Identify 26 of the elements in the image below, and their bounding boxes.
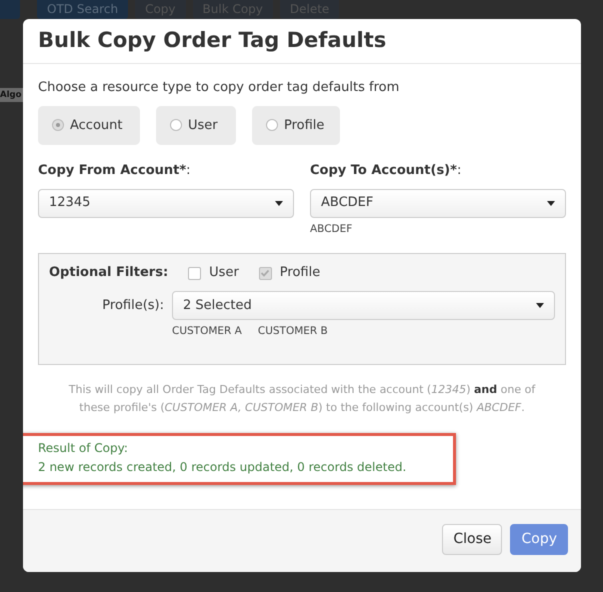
resource-type-option[interactable]: Profile [252, 106, 340, 146]
modal-title: Bulk Copy Order Tag Defaults [38, 28, 388, 54]
field-label: Copy From Account*: [38, 162, 192, 180]
filter-checkbox[interactable]: User [188, 263, 239, 283]
resource-type-option[interactable]: Account [38, 106, 140, 146]
filters-label: Optional Filters: [49, 264, 168, 282]
select-field[interactable]: 2 Selected [172, 290, 555, 320]
check-icon [260, 268, 270, 278]
field-label: Copy To Account(s)*: [310, 162, 462, 180]
profiles-label: Profile(s): [101, 296, 164, 315]
selected-profile: CUSTOMER A [172, 324, 242, 339]
caret-icon [275, 200, 283, 206]
caret-icon [547, 200, 555, 206]
close-button[interactable]: Close [442, 524, 502, 555]
filter-checkbox[interactable]: Profile [258, 263, 320, 283]
side-label: Algo [0, 88, 23, 102]
prompt-text: Choose a resource type to copy order tag defaults from [38, 79, 400, 98]
result-title: Result of Copy: [38, 440, 129, 457]
selected-account: ABCDEF [310, 222, 352, 237]
select-field[interactable]: 12345 [38, 188, 294, 218]
caret-icon [536, 302, 544, 308]
summary-text: This will copy all Order Tag Defaults associated with the account (12345) and one of these profile's (CUSTOMER A, CUSTOMER B) to the following account(s) ABCDEF. [68, 382, 536, 416]
result-message: 2 new records created, 0 records updated, 0 records deleted. [38, 458, 408, 476]
select-field[interactable]: ABCDEF [310, 188, 566, 218]
resource-type-option[interactable]: User [156, 106, 236, 146]
selected-profile: CUSTOMER B [258, 324, 328, 339]
